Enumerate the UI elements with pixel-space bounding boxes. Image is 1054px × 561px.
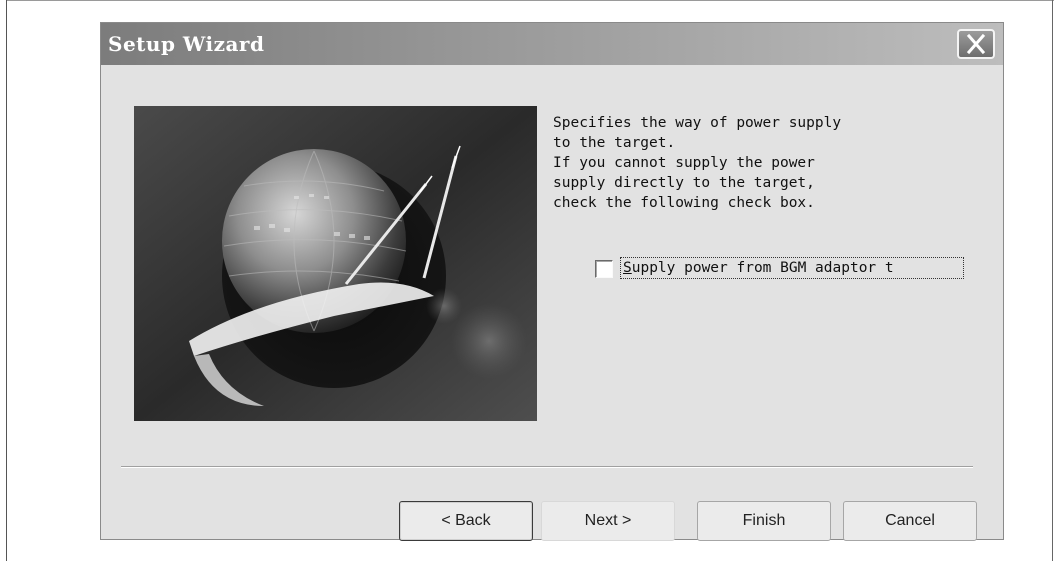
supply-power-checkbox[interactable]	[595, 260, 613, 278]
description-line: supply directly to the target,	[553, 175, 815, 191]
wizard-description: Specifies the way of power supply to the…	[553, 113, 973, 213]
close-button[interactable]	[957, 29, 995, 59]
description-line: Specifies the way of power supply	[553, 115, 842, 131]
cancel-button[interactable]: Cancel	[843, 501, 977, 541]
checkbox-label-text: upply power from BGM adaptor t	[631, 260, 894, 276]
button-separator	[121, 466, 973, 468]
wizard-illustration	[134, 106, 537, 421]
supply-power-checkbox-label[interactable]: Supply power from BGM adaptor t	[620, 257, 964, 279]
title-bar[interactable]: Setup Wizard	[101, 23, 1003, 65]
window-title: Setup Wizard	[108, 32, 265, 56]
description-line: If you cannot supply the power	[553, 155, 815, 171]
document-left-rule	[6, 0, 7, 561]
document-right-rule	[1052, 0, 1053, 561]
description-line: check the following check box.	[553, 195, 815, 211]
setup-wizard-dialog: Setup Wizard Specifies the way of power …	[100, 22, 1004, 541]
description-line: to the target.	[553, 135, 676, 151]
close-icon	[966, 33, 986, 55]
document-top-rule	[6, 0, 1054, 1]
back-button[interactable]: < Back	[399, 501, 533, 541]
accelerator-key: S	[623, 260, 632, 276]
finish-button[interactable]: Finish	[697, 501, 831, 541]
globe-probe-illustration	[134, 106, 537, 421]
next-button[interactable]: Next >	[541, 501, 675, 541]
